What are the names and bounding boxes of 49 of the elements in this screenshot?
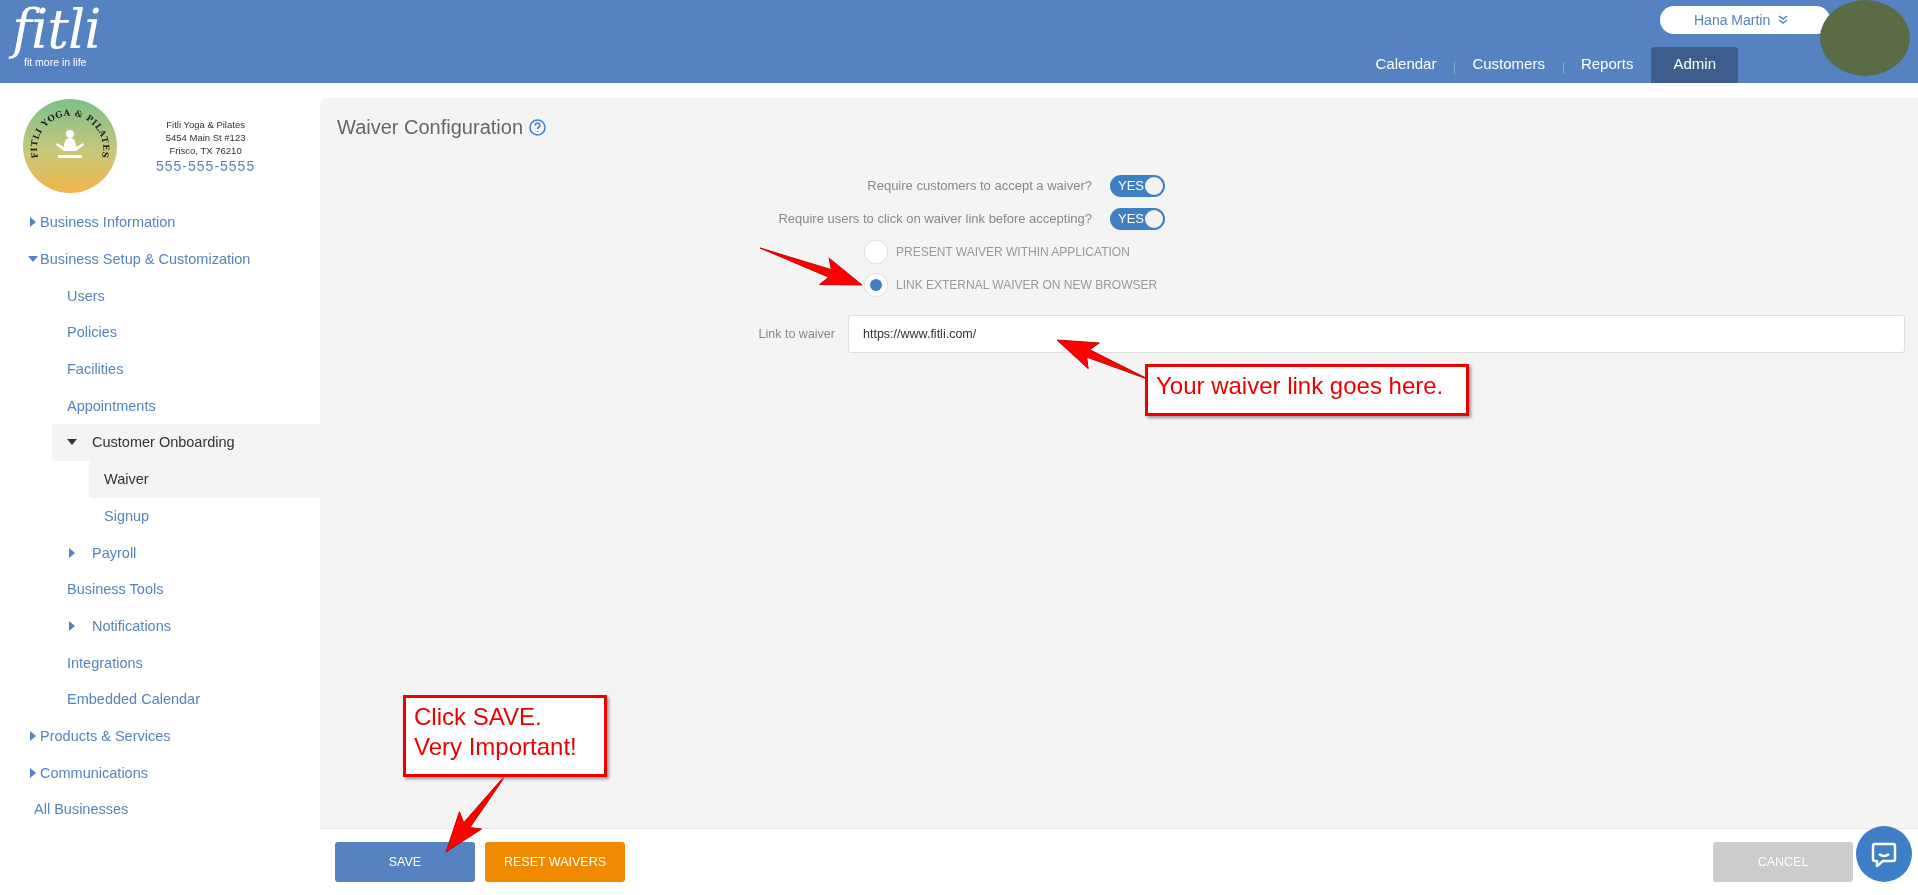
- sidebar-item[interactable]: All Businesses: [0, 791, 320, 828]
- reset-button[interactable]: RESET WAIVERS: [485, 842, 625, 882]
- user-menu[interactable]: Hana Martin: [1660, 6, 1830, 34]
- nav-tab[interactable]: Customers: [1454, 47, 1563, 83]
- nav-tab[interactable]: Reports: [1562, 47, 1652, 83]
- sidebar-item[interactable]: Policies: [0, 314, 320, 351]
- sidebar-item[interactable]: Waiver: [89, 460, 320, 498]
- toggle-switch[interactable]: YES: [1110, 174, 1165, 197]
- caret-right-icon: [28, 730, 38, 741]
- sidebar-item[interactable]: Products & Services: [0, 717, 320, 755]
- sidebar-item[interactable]: Facilities: [0, 350, 320, 388]
- page-title: Waiver Configuration: [337, 116, 523, 139]
- nav-tab[interactable]: Admin: [1651, 47, 1738, 83]
- sidebar-item[interactable]: Signup: [0, 497, 320, 535]
- sidebar-item[interactable]: Payroll: [0, 534, 320, 571]
- radio-button[interactable]: [865, 273, 887, 296]
- save-button[interactable]: SAVE: [335, 842, 475, 882]
- annotation-callout: Your waiver link goes here.: [1145, 364, 1469, 416]
- chat-bubble-icon: [1870, 840, 1898, 868]
- sidebar-item[interactable]: Embedded Calendar: [0, 680, 320, 718]
- link-input-field[interactable]: https://www.fitli.com/: [848, 315, 1905, 353]
- toggle-label: Require users to click on waiver link before accepting?: [777, 211, 1092, 226]
- caret-right-icon: [28, 767, 38, 778]
- sidebar-item[interactable]: Communications: [0, 754, 320, 791]
- sidebar-item[interactable]: Appointments: [0, 387, 320, 425]
- business-name: Fitli Yoga & Pilates: [166, 117, 245, 131]
- toggle-label: Require customers to accept a waiver?: [866, 178, 1092, 193]
- field-label: Link to waiver: [757, 327, 835, 341]
- sidebar-item[interactable]: Business Tools: [0, 570, 320, 608]
- business-phone: 555-555-5555: [156, 156, 256, 175]
- caret-right-icon: [28, 217, 38, 228]
- chevron-down-icon: [1778, 15, 1789, 25]
- annotation-callout: Click SAVE. Very Important!: [403, 695, 607, 777]
- sidebar-item[interactable]: Notifications: [0, 607, 320, 645]
- toggle-switch[interactable]: YES: [1110, 207, 1165, 230]
- radio-label: LINK EXTERNAL WAIVER ON NEW BROWSER: [896, 277, 1158, 292]
- caret-right-icon: [67, 547, 77, 558]
- radio-button[interactable]: [865, 240, 887, 263]
- caret-right-icon: [67, 620, 77, 631]
- sidebar-item[interactable]: Customer Onboarding: [52, 424, 320, 461]
- help-icon[interactable]: [529, 119, 546, 136]
- sidebar-item[interactable]: Business Setup & Customization: [0, 240, 320, 278]
- sidebar-item[interactable]: Integrations: [0, 644, 320, 681]
- business-address: 5454 Main St #123: [165, 130, 246, 144]
- nav-tab[interactable]: Calendar: [1357, 47, 1455, 83]
- sidebar-item[interactable]: Business Information: [0, 204, 320, 241]
- business-city: Frisco, TX 76210: [169, 143, 242, 157]
- radio-label: PRESENT WAIVER WITHIN APPLICATION: [896, 244, 1130, 259]
- sidebar-item[interactable]: Users: [0, 277, 320, 315]
